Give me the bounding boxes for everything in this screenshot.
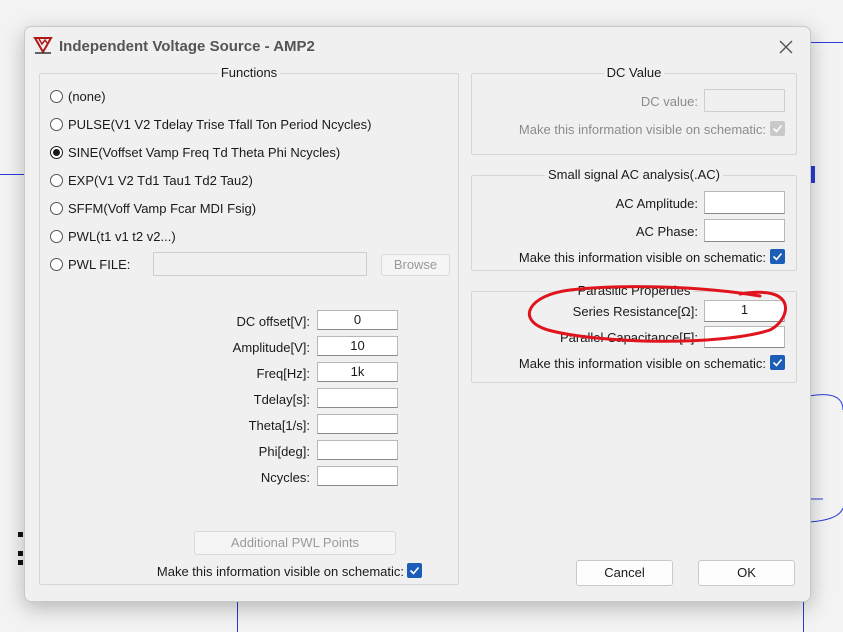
radio-button[interactable] [50,89,63,103]
radio-label: PWL(t1 v1 t2 v2...) [68,228,176,244]
dc-value-group: DC Value DC value: Make this information… [471,65,797,155]
dc-offset-input[interactable]: 0 [317,310,398,330]
radio-sine[interactable]: SINE(Voffset Vamp Freq Td Theta Phi Ncyc… [50,142,340,162]
series-resistance-label: Series Resistance[Ω]: [572,304,698,319]
ac-amplitude-input[interactable] [704,191,785,214]
amplitude-input[interactable]: 10 [317,336,398,356]
pwl-file-input[interactable] [153,252,367,276]
parallel-capacitance-input[interactable] [704,326,785,348]
parasitic-group-title: Parasitic Properties [574,283,694,298]
parasitic-visible-label: Make this information visible on schemat… [518,356,766,371]
radio-label: PULSE(V1 V2 Tdelay Trise Tfall Ton Perio… [68,116,372,132]
voltage-source-dialog: Independent Voltage Source - AMP2 Functi… [24,26,811,602]
functions-visible-label: Make this information visible on schemat… [156,564,404,579]
ncycles-label: Ncycles: [260,470,310,485]
checkmark-icon [772,252,783,261]
checkmark-icon [772,358,783,367]
radio-sffm[interactable]: SFFM(Voff Vamp Fcar MDI Fsig) [50,198,256,218]
ok-button[interactable]: OK [698,560,795,586]
radio-button-selected[interactable] [50,145,63,159]
freq-label: Freq[Hz]: [256,366,310,381]
parasitic-properties-group: Parasitic Properties Series Resistance[Ω… [471,283,797,383]
radio-label: PWL FILE: [68,256,131,272]
parallel-capacitance-label: Parallel Capacitance[F]: [559,330,698,345]
additional-pwl-points-button[interactable]: Additional PWL Points [194,531,396,555]
browse-button[interactable]: Browse [381,254,450,276]
close-icon[interactable] [774,35,798,59]
functions-group-title: Functions [217,65,281,80]
schematic-wire [803,600,804,632]
theta-input[interactable] [317,414,398,434]
schematic-pin [18,532,23,566]
tdelay-input[interactable] [317,388,398,408]
ac-phase-input[interactable] [704,219,785,242]
dc-offset-label: DC offset[V]: [236,314,310,329]
ac-visible-label: Make this information visible on schemat… [518,250,766,265]
dc-value-label: DC value: [640,94,698,109]
schematic-wire [809,42,843,43]
ac-analysis-group-title: Small signal AC analysis(.AC) [545,167,723,182]
ac-visible-checkbox[interactable] [770,249,785,264]
theta-label: Theta[1/s]: [248,418,310,433]
radio-button[interactable] [50,201,63,215]
checkmark-icon [772,124,783,133]
parasitic-visible-checkbox[interactable] [770,355,785,370]
amplitude-label: Amplitude[V]: [232,340,310,355]
phi-input[interactable] [317,440,398,460]
radio-label: SFFM(Voff Vamp Fcar MDI Fsig) [68,200,257,216]
dc-value-group-title: DC Value [603,65,665,80]
radio-pulse[interactable]: PULSE(V1 V2 Tdelay Trise Tfall Ton Perio… [50,114,371,134]
ac-amplitude-label: AC Amplitude: [615,196,698,211]
radio-none[interactable]: (none) [50,86,106,106]
radio-label: (none) [68,88,106,104]
functions-visible-checkbox[interactable] [407,563,422,578]
radio-button[interactable] [50,229,63,243]
ltspice-app-icon [33,37,53,55]
radio-label: SINE(Voffset Vamp Freq Td Theta Phi Ncyc… [68,144,341,160]
radio-button[interactable] [50,257,63,271]
ncycles-input[interactable] [317,466,398,486]
dc-value-input[interactable] [704,89,785,112]
dc-value-visible-checkbox[interactable] [770,121,785,136]
functions-group: Functions (none) PULSE(V1 V2 Tdelay Tris… [39,65,459,585]
title-bar: Independent Voltage Source - AMP2 [25,27,810,65]
radio-label: EXP(V1 V2 Td1 Tau1 Td2 Tau2) [68,172,253,188]
cancel-button[interactable]: Cancel [576,560,673,586]
ac-phase-label: AC Phase: [635,224,698,239]
series-resistance-input[interactable]: 1 [704,300,785,322]
dialog-title: Independent Voltage Source - AMP2 [59,38,315,55]
schematic-component-arc [809,394,843,523]
schematic-wire [237,600,238,632]
radio-button[interactable] [50,173,63,187]
tdelay-label: Tdelay[s]: [253,392,310,407]
radio-pwl-file[interactable]: PWL FILE: [50,254,130,274]
radio-button[interactable] [50,117,63,131]
checkmark-icon [409,566,420,575]
radio-exp[interactable]: EXP(V1 V2 Td1 Tau1 Td2 Tau2) [50,170,253,190]
ac-analysis-group: Small signal AC analysis(.AC) AC Amplitu… [471,167,797,271]
schematic-wire [0,174,24,175]
radio-pwl[interactable]: PWL(t1 v1 t2 v2...) [50,226,176,246]
freq-input[interactable]: 1k [317,362,398,382]
phi-label: Phi[deg]: [258,444,310,459]
dc-value-visible-label: Make this information visible on schemat… [518,122,766,137]
